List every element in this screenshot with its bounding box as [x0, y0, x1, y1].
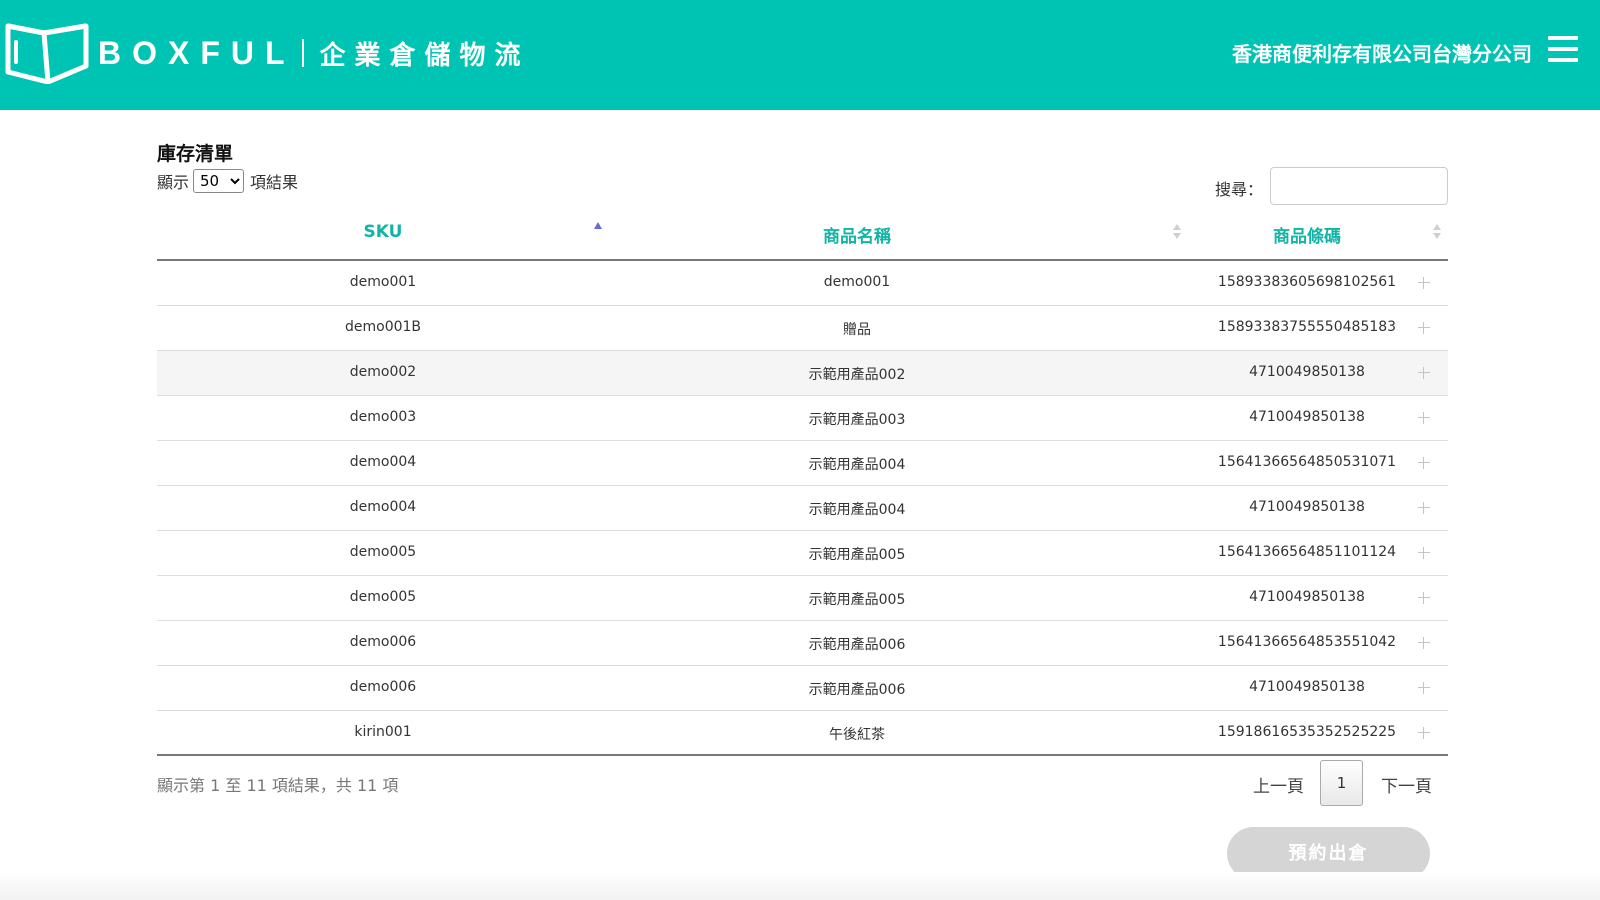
table-row: demo004 示範用產品004 15641366564850531071 — [157, 441, 1448, 486]
top-header: BOXFUL 企業倉儲物流 香港商便利存有限公司台灣分公司 — [0, 0, 1600, 110]
brand-logo[interactable]: BOXFUL 企業倉儲物流 — [4, 22, 530, 84]
expand-plus-icon[interactable] — [1418, 322, 1430, 334]
hamburger-menu-icon[interactable] — [1548, 36, 1582, 64]
cell-barcode: 15893383605698102561 — [1217, 274, 1397, 290]
column-header-name[interactable]: 商品名稱 — [617, 222, 1097, 247]
cell-sku: kirin001 — [354, 724, 412, 740]
cell-sku: demo004 — [349, 499, 417, 515]
length-prefix: 顯示 — [157, 173, 190, 192]
brand-subtitle: 企業倉儲物流 — [319, 40, 530, 71]
expand-plus-icon[interactable] — [1418, 547, 1430, 559]
page-title: 庫存清單 — [157, 143, 234, 165]
expand-plus-icon[interactable] — [1418, 412, 1430, 424]
cell-sku: demo001B — [344, 319, 422, 335]
cell-name: 示範用產品002 — [808, 367, 906, 383]
cell-sku: demo006 — [349, 634, 417, 650]
table-info: 顯示第 1 至 11 項結果，共 11 項 — [157, 776, 399, 795]
search-label: 搜尋： — [1215, 180, 1264, 199]
cell-name: 示範用產品005 — [808, 547, 906, 563]
column-header-barcode[interactable]: 商品條碼 — [1177, 222, 1437, 247]
table-row: demo003 示範用產品003 4710049850138 — [157, 396, 1448, 441]
cell-sku: demo004 — [349, 454, 417, 470]
table-row: demo005 示範用產品005 4710049850138 — [157, 576, 1448, 621]
cell-name: 示範用產品004 — [808, 502, 906, 518]
cell-barcode: 15641366564850531071 — [1217, 454, 1397, 470]
table-row: demo004 示範用產品004 4710049850138 — [157, 486, 1448, 531]
table-row: demo005 示範用產品005 15641366564851101124 — [157, 531, 1448, 576]
table-row: demo001B 贈品 15893383755550485183 — [157, 306, 1448, 351]
expand-plus-icon[interactable] — [1418, 457, 1430, 469]
cell-sku: demo006 — [349, 679, 417, 695]
cell-name: demo001 — [823, 274, 891, 290]
prev-page-button[interactable]: 上一頁 — [1253, 772, 1304, 797]
company-name: 香港商便利存有限公司台灣分公司 — [1232, 42, 1532, 66]
box-logo-icon — [5, 23, 89, 84]
cell-barcode: 4710049850138 — [1249, 679, 1365, 695]
column-header-sku[interactable]: SKU — [157, 222, 609, 242]
table-row: kirin001 午後紅茶 15918616535352525225 — [157, 711, 1448, 756]
expand-plus-icon[interactable] — [1418, 637, 1430, 649]
cell-sku: demo003 — [349, 409, 417, 425]
cell-barcode: 4710049850138 — [1249, 409, 1365, 425]
cell-barcode: 15893383755550485183 — [1217, 319, 1397, 335]
cell-barcode: 4710049850138 — [1249, 364, 1365, 380]
cell-barcode: 15918616535352525225 — [1217, 724, 1397, 740]
cell-name: 午後紅茶 — [829, 727, 885, 743]
sort-ascending-icon[interactable] — [594, 222, 602, 229]
cell-sku: demo005 — [349, 589, 417, 605]
table-row: demo002 示範用產品002 4710049850138 — [157, 351, 1448, 396]
table-row: demo006 示範用產品006 4710049850138 — [157, 666, 1448, 711]
expand-plus-icon[interactable] — [1418, 592, 1430, 604]
table-row: demo006 示範用產品006 15641366564853551042 — [157, 621, 1448, 666]
search-input[interactable] — [1270, 167, 1448, 205]
sort-icon[interactable] — [1433, 224, 1441, 242]
cell-sku: demo001 — [349, 274, 417, 290]
cell-name: 示範用產品006 — [808, 637, 906, 653]
inventory-table: SKU 商品名稱 商品條碼 demo001 demo001 1589338360… — [157, 210, 1448, 756]
table-row: demo001 demo001 15893383605698102561 — [157, 261, 1448, 306]
page-length-control: 顯示 50 項結果 — [157, 169, 298, 193]
bottom-shadow — [0, 872, 1600, 900]
length-suffix: 項結果 — [250, 173, 299, 192]
next-page-button[interactable]: 下一頁 — [1381, 772, 1432, 797]
cell-sku: demo002 — [349, 364, 417, 380]
page-length-select[interactable]: 50 — [193, 169, 245, 193]
table-header: SKU 商品名稱 商品條碼 — [157, 210, 1448, 261]
expand-plus-icon[interactable] — [1418, 277, 1430, 289]
page-number-button[interactable]: 1 — [1320, 760, 1363, 806]
cell-name: 贈品 — [843, 322, 871, 338]
cell-sku: demo005 — [349, 544, 417, 560]
cell-barcode: 4710049850138 — [1249, 499, 1365, 515]
expand-plus-icon[interactable] — [1418, 502, 1430, 514]
cell-name: 示範用產品006 — [808, 682, 906, 698]
logo-divider — [301, 39, 304, 67]
expand-plus-icon[interactable] — [1418, 367, 1430, 379]
cell-barcode: 4710049850138 — [1249, 589, 1365, 605]
expand-plus-icon[interactable] — [1418, 727, 1430, 739]
cell-name: 示範用產品004 — [808, 457, 906, 473]
cell-name: 示範用產品003 — [808, 412, 906, 428]
cell-barcode: 15641366564851101124 — [1217, 544, 1397, 560]
brand-name: BOXFUL — [98, 34, 296, 71]
cell-barcode: 15641366564853551042 — [1217, 634, 1397, 650]
cell-name: 示範用產品005 — [808, 592, 906, 608]
expand-plus-icon[interactable] — [1418, 682, 1430, 694]
